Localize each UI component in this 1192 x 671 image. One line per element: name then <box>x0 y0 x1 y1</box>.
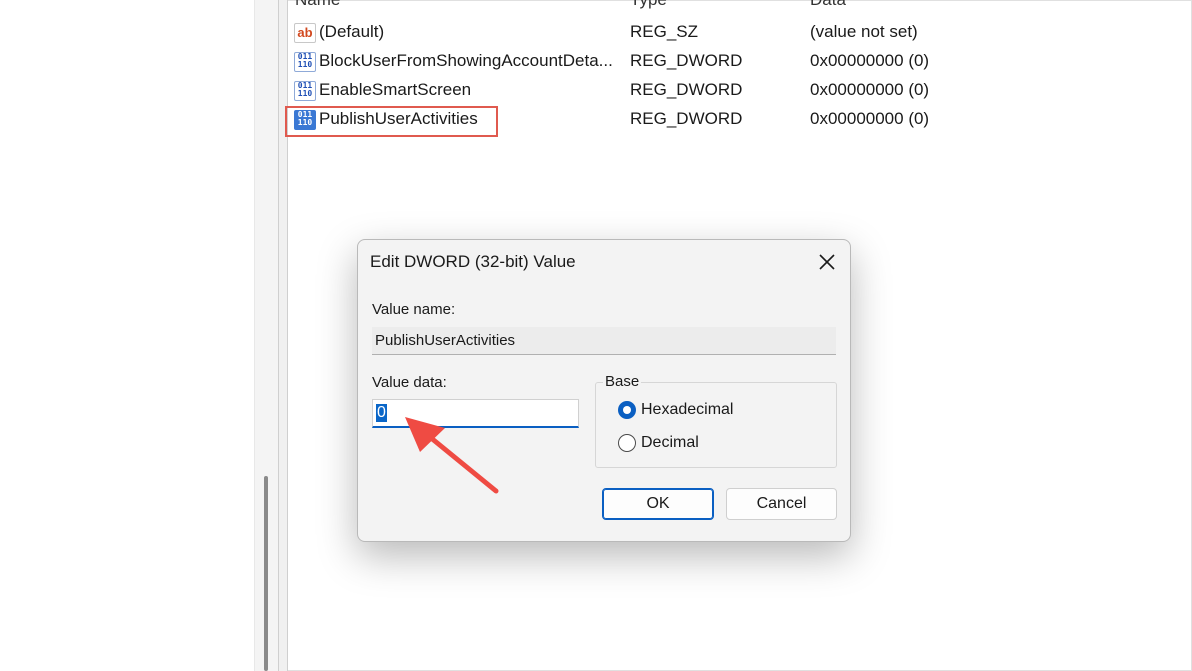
dword-value-icon: 011 110 <box>294 81 316 101</box>
dword-value-icon: 011 110 <box>294 52 316 72</box>
tree-scrollbar-thumb[interactable] <box>264 476 268 671</box>
value-name-field: PublishUserActivities <box>372 327 836 355</box>
column-header-name[interactable]: Name <box>295 0 340 10</box>
pane-splitter[interactable] <box>278 0 288 671</box>
value-name-text: PublishUserActivities <box>375 332 516 349</box>
hexadecimal-label[interactable]: Hexadecimal <box>641 401 733 419</box>
dialog-title: Edit DWORD (32-bit) Value <box>370 252 576 271</box>
base-group-label: Base <box>603 373 642 390</box>
cancel-button[interactable]: Cancel <box>726 488 837 520</box>
value-type: REG_SZ <box>630 22 699 41</box>
close-icon[interactable] <box>813 248 841 276</box>
decimal-radio[interactable] <box>618 434 636 452</box>
value-type: REG_DWORD <box>630 51 743 70</box>
value-data: 0x00000000 (0) <box>810 80 930 99</box>
value-name-label: Value name: <box>372 301 456 318</box>
value-name: (Default) <box>319 22 385 41</box>
registry-value-row[interactable]: 011 110 EnableSmartScreen REG_DWORD 0x000… <box>288 77 1192 103</box>
column-header-type[interactable]: Type <box>630 0 667 10</box>
value-name: BlockUserFromShowingAccountDeta... <box>319 51 613 70</box>
registry-value-row[interactable]: 011 110 BlockUserFromShowingAccountDeta..… <box>288 48 1192 74</box>
value-type: REG_DWORD <box>630 80 743 99</box>
value-data-text: 0 <box>376 404 387 422</box>
registry-value-row[interactable]: ab (Default) REG_SZ (value not set) <box>288 19 1192 45</box>
value-type: REG_DWORD <box>630 109 743 128</box>
value-data-label: Value data: <box>372 374 447 391</box>
value-data: 0x00000000 (0) <box>810 109 930 128</box>
string-value-icon: ab <box>294 23 316 43</box>
hexadecimal-radio[interactable] <box>618 401 636 419</box>
ok-button[interactable]: OK <box>602 488 714 520</box>
decimal-label[interactable]: Decimal <box>641 434 699 452</box>
value-data: 0x00000000 (0) <box>810 51 930 70</box>
annotation-arrow-icon <box>405 417 499 494</box>
annotation-highlight-box <box>285 106 498 137</box>
column-header-data[interactable]: Data <box>810 0 846 10</box>
registry-tree-pane[interactable] <box>0 0 254 671</box>
base-group-box <box>595 382 837 468</box>
value-name: EnableSmartScreen <box>319 80 472 99</box>
value-data: (value not set) <box>810 22 918 41</box>
